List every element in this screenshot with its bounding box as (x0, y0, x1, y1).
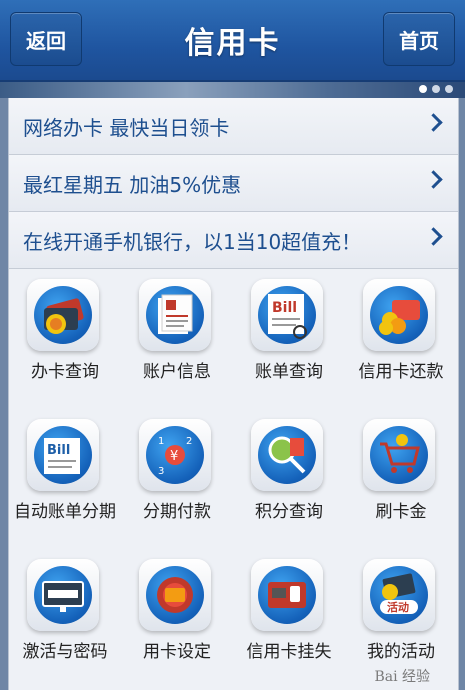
content-panel: 网络办卡 最快当日领卡 最红星期五 加油5%优惠 在线开通手机银行，以1当10超… (8, 98, 459, 690)
menu-item-label: 刷卡金 (375, 502, 427, 522)
auto-installment-icon: Bill (34, 426, 92, 484)
svg-text:¥: ¥ (170, 449, 178, 464)
menu-item-auto-installment[interactable]: Bill 自动账单分期 (9, 409, 121, 549)
my-activities-icon: 活动 (370, 566, 428, 624)
carousel-indicator (419, 85, 453, 93)
chevron-right-icon (424, 113, 443, 132)
chevron-right-icon (424, 170, 443, 189)
repayment-icon (370, 286, 428, 344)
promo-item[interactable]: 在线开通手机银行，以1当10超值充！ (9, 212, 458, 269)
promo-item[interactable]: 网络办卡 最快当日领卡 (9, 98, 458, 155)
svg-text:Bill: Bill (47, 443, 70, 458)
menu-item-card-settings[interactable]: 用卡设定 (121, 549, 233, 689)
card-apply-icon (34, 286, 92, 344)
svg-text:3: 3 (158, 466, 164, 477)
menu-item-label: 信用卡还款 (358, 362, 444, 382)
watermark: Bai 经验 (374, 669, 430, 685)
menu-item-label: 账户信息 (143, 362, 211, 382)
carousel-dot (432, 85, 440, 93)
shopping-cart-icon (370, 426, 428, 484)
chevron-right-icon (424, 227, 443, 246)
card-settings-icon (146, 566, 204, 624)
menu-item-label: 用卡设定 (143, 642, 211, 662)
menu-item-label: 我的活动 (367, 642, 435, 662)
report-loss-icon (258, 566, 316, 624)
promo-text: 网络办卡 最快当日领卡 (23, 116, 230, 140)
menu-item-label: 激活与密码 (22, 642, 108, 662)
account-info-icon (146, 286, 204, 344)
svg-text:2: 2 (186, 436, 192, 447)
menu-item-installment[interactable]: ¥ 1 2 3 分期付款 (121, 409, 233, 549)
menu-item-report-loss[interactable]: 信用卡挂失 (233, 549, 345, 689)
activation-password-icon (34, 566, 92, 624)
menu-item-bill-query[interactable]: Bill 账单查询 (233, 269, 345, 409)
promo-item[interactable]: 最红星期五 加油5%优惠 (9, 155, 458, 212)
carousel-dot (445, 85, 453, 93)
menu-item-label: 办卡查询 (31, 362, 99, 382)
svg-text:活动: 活动 (387, 600, 409, 614)
menu-item-card-gold[interactable]: 刷卡金 (345, 409, 457, 549)
header-bar: 返回 信用卡 首页 (0, 0, 465, 82)
installment-icon: ¥ 1 2 3 (146, 426, 204, 484)
home-button[interactable]: 首页 (383, 12, 455, 66)
menu-item-activation[interactable]: 激活与密码 (9, 549, 121, 689)
menu-item-points-query[interactable]: 积分查询 (233, 409, 345, 549)
menu-item-label: 信用卡挂失 (246, 642, 332, 662)
svg-text:1: 1 (158, 436, 164, 447)
carousel-dot-active (419, 85, 427, 93)
promo-text: 在线开通手机银行，以1当10超值充！ (23, 230, 362, 254)
bill-query-icon: Bill (258, 286, 316, 344)
svg-text:Bill: Bill (272, 300, 297, 316)
menu-item-card-apply[interactable]: 办卡查询 (9, 269, 121, 409)
menu-item-repayment[interactable]: 信用卡还款 (345, 269, 457, 409)
banner-strip (0, 82, 465, 98)
menu-item-label: 账单查询 (255, 362, 323, 382)
menu-item-label: 自动账单分期 (14, 502, 116, 522)
menu-item-account-info[interactable]: 账户信息 (121, 269, 233, 409)
promo-text: 最红星期五 加油5%优惠 (23, 173, 242, 197)
menu-grid: 办卡查询 账户信息 Bill 账单查询 信用卡还款 Bill 自动账单分期 ¥ … (9, 269, 458, 689)
menu-item-label: 积分查询 (255, 502, 323, 522)
menu-item-label: 分期付款 (143, 502, 211, 522)
points-query-icon (258, 426, 316, 484)
